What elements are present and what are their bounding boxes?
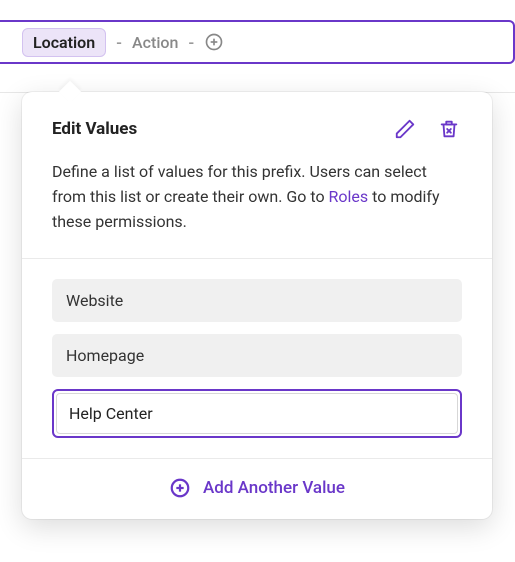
values-list: Website Homepage xyxy=(22,259,492,458)
add-another-value-button[interactable]: Add Another Value xyxy=(22,458,492,519)
popover-header: Edit Values xyxy=(22,116,492,160)
popover-title: Edit Values xyxy=(52,119,374,139)
plus-circle-icon xyxy=(169,477,191,499)
breadcrumb-action-label[interactable]: Action xyxy=(132,33,178,52)
edit-button[interactable] xyxy=(392,116,418,142)
value-input-active xyxy=(52,389,462,438)
edit-icon xyxy=(394,118,416,140)
breadcrumb-pill-location[interactable]: Location xyxy=(22,28,106,57)
plus-circle-icon xyxy=(204,32,224,52)
popover-description: Define a list of values for this prefix.… xyxy=(22,160,492,258)
value-item[interactable]: Website xyxy=(52,279,462,322)
breadcrumb-sep: - xyxy=(188,33,194,52)
breadcrumb-sep: - xyxy=(116,33,122,52)
roles-link[interactable]: Roles xyxy=(329,187,369,206)
add-breadcrumb-button[interactable] xyxy=(204,32,224,52)
edit-values-popover: Edit Values Define a list of values for … xyxy=(22,92,492,519)
value-item[interactable]: Homepage xyxy=(52,334,462,377)
breadcrumb-bar: Location - Action - xyxy=(0,20,515,64)
trash-icon xyxy=(438,118,460,140)
delete-button[interactable] xyxy=(436,116,462,142)
breadcrumb-location-label: Location xyxy=(33,33,95,52)
value-input[interactable] xyxy=(56,393,458,434)
add-another-value-label: Add Another Value xyxy=(203,478,345,498)
